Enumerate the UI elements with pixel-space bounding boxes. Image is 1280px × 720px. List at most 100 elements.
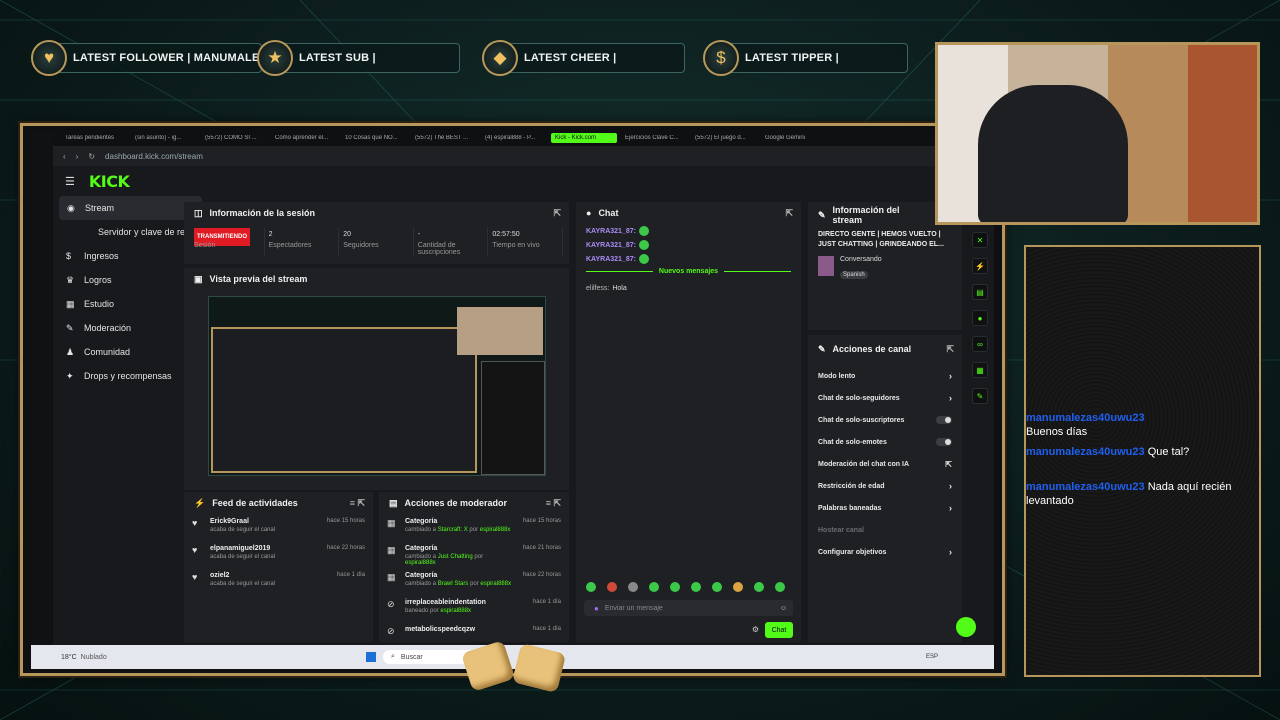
windows-start-icon[interactable] [366, 652, 376, 662]
browser-tabs: Tareas pendientes (sin asunto) - ig... (55… [53, 130, 994, 146]
panel-title: Acciones de moderador [404, 498, 508, 508]
alert-label: LATEST SUB | [299, 52, 376, 64]
browser-tab[interactable]: Tareas pendientes [61, 135, 127, 141]
address-bar[interactable]: ‹ › ↻ dashboard.kick.com/stream [53, 146, 994, 166]
toggle-switch[interactable] [936, 416, 952, 424]
chat-message: elilfess: Hola [586, 285, 627, 292]
browser-side-rail [31, 130, 53, 669]
weather-desc: Nublado [80, 653, 107, 661]
menu-icon[interactable]: ☰ [65, 175, 75, 188]
tool-icon[interactable]: ∞ [972, 336, 988, 352]
chat-input[interactable]: ● Enviar un mensaje ☺ [584, 600, 793, 616]
browser-tab[interactable]: 10 Cosas que NO... [341, 135, 407, 141]
session-stat: - Cantidad de suscripciones [414, 228, 489, 256]
activity-item: ♥ elpanamiguel2019 acaba de seguir el ca… [192, 545, 365, 560]
popout-icon[interactable]: ⇱ [946, 344, 954, 355]
browser-tab[interactable]: (5572) CÓMO SI ... [201, 135, 267, 141]
language-badge: Spanish [840, 271, 868, 279]
back-icon[interactable]: ‹ [63, 152, 66, 161]
tool-icon[interactable]: ▦ [972, 362, 988, 378]
category-icon: ▦ [387, 518, 396, 528]
emoji-icon[interactable]: ☺ [780, 605, 787, 612]
url-text[interactable]: dashboard.kick.com/stream [105, 152, 203, 161]
channel-action-row[interactable]: Restricción de edad › [808, 475, 962, 497]
browser-tab[interactable]: Ejercicios Clave C... [621, 135, 687, 141]
panel-title: Información de la sesión [209, 208, 316, 218]
screen-capture-frame: Tareas pendientes (sin asunto) - ig... (55… [20, 123, 1005, 676]
star-icon: ★ [257, 40, 293, 76]
browser-tab[interactable]: Google Gemini [761, 135, 827, 141]
support-button[interactable] [956, 617, 976, 637]
browser-tab[interactable]: (5572) The BEST ... [411, 135, 477, 141]
sidebar-item-label: Logros [84, 275, 112, 285]
channel-action-row[interactable]: Chat de solo-seguidores › [808, 387, 962, 409]
channel-action-row[interactable]: Configurar objetivos › [808, 541, 962, 563]
stream-preview-video[interactable] [208, 296, 546, 476]
forward-icon[interactable]: › [76, 152, 79, 161]
mic-icon[interactable]: ● [594, 604, 599, 613]
kick-topbar: ☰ KICK [53, 166, 994, 196]
activity-feed-panel: ⚡ Feed de actividades ≡ ⇱ ♥ Erick9Graal ac… [184, 492, 373, 642]
stream-preview-panel: ▣ Vista previa del stream [184, 268, 569, 490]
tool-icon[interactable]: ✕ [972, 232, 988, 248]
sidebar-item-label: Stream [85, 203, 115, 213]
latest-tipper-alert: $ LATEST TIPPER | [703, 40, 908, 76]
sidebar-item[interactable]: ◉ Stream [59, 196, 202, 220]
send-chat-button[interactable]: Chat [765, 622, 793, 638]
tool-icon[interactable]: ● [972, 310, 988, 326]
bolt-icon: ⚡ [194, 497, 206, 508]
alert-label: LATEST TIPPER | [745, 52, 839, 64]
sidebar-item-label: Comunidad [84, 347, 131, 357]
filter-icon[interactable]: ≡ ⇱ [350, 498, 365, 509]
overlay-chat-message: manumalezas40uwu23 Que tal? [1026, 446, 1190, 458]
chevron-right-icon: › [949, 393, 952, 403]
weather-temp: 18°C [61, 653, 77, 661]
chat-panel: ● Chat ⇱ KAYRA321_87: KAYRA321_87: KAYRA321_… [576, 202, 801, 642]
gift-icon: ✦ [66, 370, 74, 381]
ban-icon: ⊘ [387, 599, 395, 609]
popout-icon[interactable]: ⇱ [785, 208, 793, 219]
mod-actions-panel: ▤ Acciones de moderador ≡ ⇱ ▦ Categoría ca… [379, 492, 569, 642]
sidebar-item-label: Estudio [84, 299, 115, 309]
shield-icon: ▤ [389, 497, 398, 508]
channel-action-row[interactable]: Moderación del chat con IA ⇱ [808, 453, 962, 475]
sidebar-item-label: Ingresos [84, 251, 119, 261]
browser-tab[interactable]: (4) espiral888 - P... [481, 135, 547, 141]
browser-tab[interactable]: Cómo aprender el... [271, 135, 337, 141]
browser-tab[interactable]: Kick - Kick.com [551, 133, 617, 143]
channel-action-row[interactable]: Modo lento › [808, 365, 962, 387]
panel-title: Chat [598, 208, 619, 218]
diamond-icon: ◆ [482, 40, 518, 76]
browser-tab[interactable]: (sin asunto) - ig... [131, 135, 197, 141]
reload-icon[interactable]: ↻ [88, 152, 95, 161]
overlay-chat-message: manumalezas40uwu23 Buenos días [1026, 412, 1145, 438]
channel-actions-panel: ✎ Acciones de canal ⇱ Modo lento › Chat de s… [808, 335, 962, 642]
chevron-right-icon: › [949, 503, 952, 513]
chevron-right-icon: › [949, 547, 952, 557]
heart-icon: ♥ [192, 545, 198, 555]
channel-action-row[interactable]: Chat de solo-suscriptores [808, 409, 962, 431]
latest-cheer-alert: ◆ LATEST CHEER | [482, 40, 685, 76]
filter-icon[interactable]: ≡ ⇱ [546, 498, 561, 509]
browser-tab[interactable]: (5572) El juego d... [691, 135, 757, 141]
tool-icon[interactable]: ⚡ [972, 258, 988, 274]
popout-icon[interactable]: ⇱ [553, 208, 561, 219]
emote-bar[interactable] [586, 582, 785, 592]
right-toolbar: ✕ ⚡ ▤ ● ∞ ▦ ✎ [966, 196, 994, 655]
session-stat: 20 Seguidores [339, 228, 414, 256]
toggle-switch[interactable] [936, 438, 952, 446]
tool-icon[interactable]: ✎ [972, 388, 988, 404]
gear-icon[interactable]: ⚙ [752, 625, 759, 634]
tool-icon[interactable]: ▤ [972, 284, 988, 300]
emote-icon [638, 240, 649, 250]
windows-taskbar: 18°C Nublado ⌕ Buscar ESP [31, 645, 994, 669]
alert-label: LATEST FOLLOWER | MANUMALEZAS4OUWU23 [73, 52, 261, 64]
heart-icon: ♥ [192, 518, 198, 528]
channel-action-row[interactable]: Palabras baneadas › [808, 497, 962, 519]
latest-follower-alert: ♥ LATEST FOLLOWER | MANUMALEZAS4OUWU23 [31, 40, 262, 76]
wrench-icon: ✎ [818, 209, 826, 220]
wrench-icon: ✎ [818, 343, 826, 354]
mod-action-item: ▦ Categoría cambiado a Just Chatting por… [387, 545, 561, 566]
channel-action-row[interactable]: Chat de solo-emotes [808, 431, 962, 453]
kick-logo[interactable]: KICK [89, 172, 130, 191]
